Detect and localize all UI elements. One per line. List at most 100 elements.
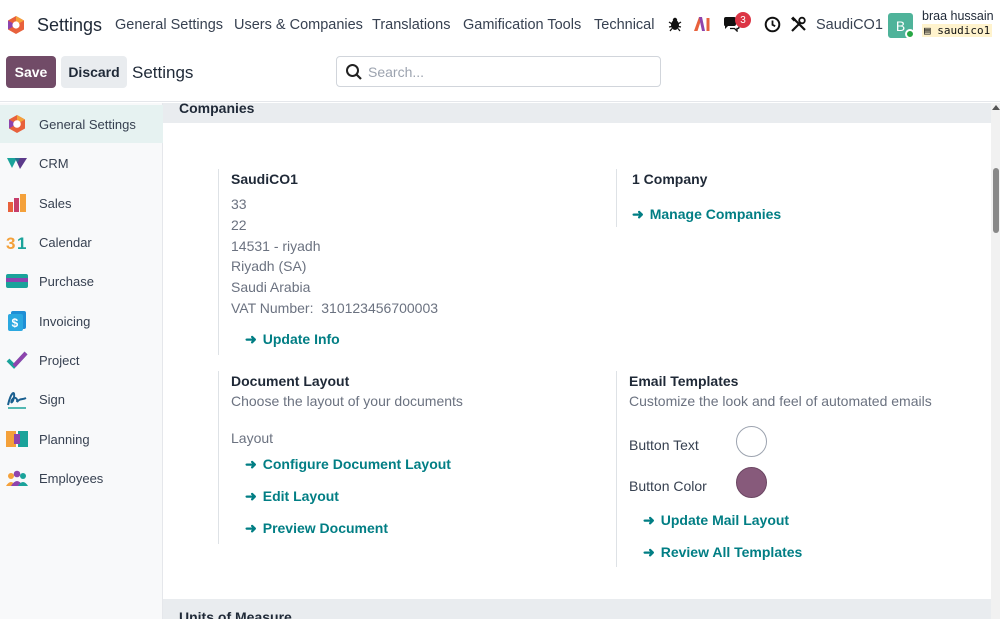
database-name: ▤ saudico1 [922, 24, 993, 37]
sidebar-item-sign[interactable]: Sign [0, 380, 163, 418]
divider [218, 371, 219, 544]
link-label: Preview Document [262, 520, 388, 536]
sidebar-item-purchase[interactable]: Purchase [0, 262, 163, 300]
nav-technical[interactable]: Technical [594, 17, 654, 33]
signature-icon [7, 392, 27, 409]
address-line: Riyadh (SA) [231, 258, 307, 274]
debug-bug-icon[interactable] [665, 14, 685, 34]
sidebar-item-general-settings[interactable]: General Settings [0, 105, 163, 143]
invoice-icon: $ [8, 311, 26, 331]
save-button[interactable]: Save [6, 56, 56, 88]
user-name[interactable]: braa hussain [922, 9, 994, 23]
discard-button[interactable]: Discard [61, 56, 127, 88]
sidebar-item-label: General Settings [39, 116, 136, 132]
sales-chart-icon [8, 194, 26, 212]
sidebar-item-label: Calendar [39, 234, 92, 250]
section-title: Units of Measure [179, 609, 292, 619]
nav-general-settings[interactable]: General Settings [115, 17, 223, 33]
vat-value: 310123456700003 [321, 300, 439, 316]
configure-document-layout-link[interactable]: ➜ Configure Document Layout [245, 456, 451, 473]
units-of-measure-section-header: Units of Measure [163, 599, 991, 619]
vat-number: VAT Number: 310123456700003 [231, 300, 438, 316]
vat-label: VAT Number: [231, 300, 314, 316]
search-bar[interactable] [336, 56, 661, 87]
manage-companies-link[interactable]: ➜ Manage Companies [632, 206, 781, 223]
svg-text:1: 1 [17, 234, 26, 253]
database-icon: ▤ [924, 24, 938, 37]
divider [616, 169, 617, 227]
planning-icon [6, 431, 28, 447]
arrow-right-icon: ➜ [632, 206, 644, 222]
odoo-settings-logo-icon[interactable] [6, 15, 26, 35]
ai-icon[interactable] [692, 14, 712, 34]
sidebar-item-calendar[interactable]: 31 Calendar [0, 223, 163, 261]
scrollbar[interactable] [991, 103, 1000, 619]
database-name-text: saudico1 [937, 24, 991, 37]
sidebar-item-label: Purchase [39, 273, 94, 289]
arrow-right-icon: ➜ [643, 544, 655, 560]
sidebar-item-label: CRM [39, 155, 69, 171]
settings-main-content: Companies SaudiCO1 33 22 14531 - riyadh … [163, 103, 991, 619]
activity-clock-icon[interactable] [762, 14, 782, 34]
arrow-right-icon: ➜ [245, 456, 257, 472]
message-count-badge: 3 [735, 12, 751, 28]
scroll-up-arrow-icon[interactable] [992, 105, 1000, 110]
search-input[interactable] [368, 62, 648, 82]
sidebar-item-employees[interactable]: Employees [0, 459, 163, 497]
link-label: Review All Templates [660, 544, 803, 560]
divider [218, 169, 219, 355]
sidebar-item-label: Project [39, 352, 80, 368]
sidebar-item-invoicing[interactable]: $ Invoicing [0, 302, 163, 340]
svg-text:3: 3 [6, 234, 15, 253]
review-all-templates-link[interactable]: ➜ Review All Templates [643, 544, 802, 561]
sidebar-item-crm[interactable]: CRM [0, 144, 163, 182]
online-status-dot [905, 29, 915, 39]
button-color-picker[interactable] [736, 467, 767, 498]
email-templates-title: Email Templates [629, 373, 739, 389]
app-title[interactable]: Settings [37, 15, 102, 36]
nav-translations[interactable]: Translations [372, 17, 450, 33]
nav-gamification-tools[interactable]: Gamification Tools [463, 17, 581, 33]
top-navbar: Settings General Settings Users & Compan… [0, 0, 1000, 50]
sidebar-item-project[interactable]: Project [0, 341, 163, 379]
sidebar-item-sales[interactable]: Sales [0, 184, 163, 222]
sidebar-item-label: Planning [39, 431, 90, 447]
crm-icon [7, 158, 27, 169]
arrow-right-icon: ➜ [245, 520, 257, 536]
button-text-color-picker[interactable] [736, 426, 767, 457]
odoo-logo-icon [9, 115, 25, 133]
settings-sidebar: General Settings CRM Sales 31 Calendar P… [0, 103, 163, 619]
link-label: Update Info [262, 331, 340, 347]
layout-label: Layout [231, 430, 274, 446]
link-label: Edit Layout [262, 488, 339, 504]
address-line: 22 [231, 217, 247, 233]
sidebar-item-label: Sales [39, 195, 72, 211]
nav-users-companies[interactable]: Users & Companies [234, 17, 363, 33]
update-mail-layout-link[interactable]: ➜ Update Mail Layout [643, 512, 789, 529]
arrow-right-icon: ➜ [643, 512, 655, 528]
edit-layout-link[interactable]: ➜ Edit Layout [245, 488, 339, 505]
scrollbar-thumb[interactable] [993, 168, 999, 233]
employees-icon [6, 470, 28, 486]
document-layout-description: Choose the layout of your documents [231, 393, 463, 409]
address-line: 14531 - riyadh [231, 238, 321, 254]
page-title: Settings [132, 63, 194, 82]
divider [616, 371, 617, 567]
company-name: SaudiCO1 [231, 171, 298, 187]
company-switcher[interactable]: SaudiCO1 [816, 17, 883, 33]
sidebar-item-label: Employees [39, 470, 104, 486]
tools-wrench-icon[interactable] [788, 14, 808, 34]
address-line: 33 [231, 196, 247, 212]
link-label: Configure Document Layout [262, 456, 451, 472]
search-icon [346, 64, 362, 80]
section-title: Companies [179, 103, 255, 116]
companies-section-header: Companies [163, 103, 991, 123]
preview-document-link[interactable]: ➜ Preview Document [245, 520, 388, 537]
company-count: 1 Company [632, 171, 708, 187]
document-layout-title: Document Layout [231, 373, 350, 389]
update-info-link[interactable]: ➜ Update Info [245, 331, 340, 348]
address-line: Saudi Arabia [231, 279, 311, 295]
sidebar-item-planning[interactable]: Planning [0, 420, 163, 458]
link-label: Manage Companies [649, 206, 782, 222]
email-templates-description: Customize the look and feel of automated… [629, 393, 932, 409]
